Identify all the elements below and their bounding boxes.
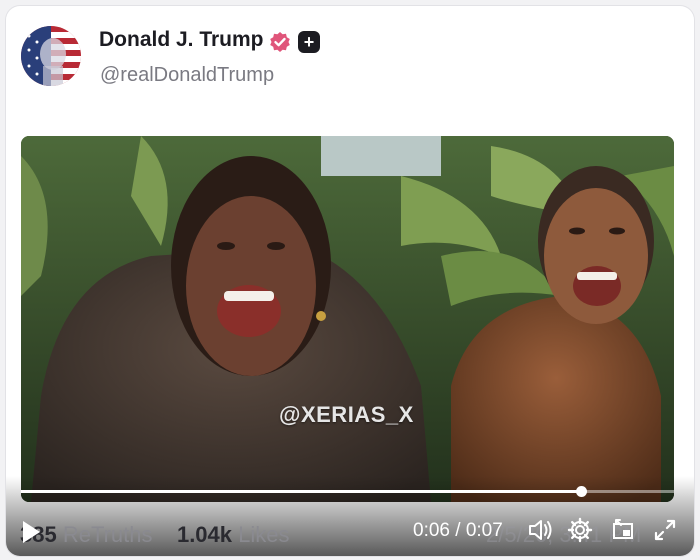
plus-badge: +: [298, 31, 320, 53]
avatar[interactable]: [21, 26, 81, 86]
retruths-label[interactable]: ReTruths: [63, 522, 153, 547]
author-name[interactable]: Donald J. Trump: [99, 28, 264, 52]
settings-icon[interactable]: [566, 516, 594, 544]
video-frame: [21, 136, 674, 502]
video-player[interactable]: @XERIAS_X: [21, 136, 674, 502]
picture-in-picture-icon[interactable]: [610, 516, 638, 544]
video-progress-handle[interactable]: [575, 486, 587, 497]
likes-count[interactable]: 1.04k: [177, 522, 232, 547]
video-progress-fill: [21, 490, 581, 493]
video-time-display: 0:06 / 0:07: [413, 520, 503, 541]
likes-label[interactable]: Likes: [238, 522, 289, 547]
post-stats: 385 ReTruths 1.04k Likes: [20, 522, 290, 548]
volume-icon[interactable]: [526, 516, 554, 544]
author-handle[interactable]: @realDonaldTrump: [100, 64, 274, 87]
american-flag-portrait-avatar: [21, 26, 81, 86]
video-progress-bar[interactable]: [21, 486, 674, 497]
verified-badge-icon: [270, 32, 290, 52]
fullscreen-icon[interactable]: [651, 516, 679, 544]
video-watermark: @XERIAS_X: [279, 402, 414, 427]
play-icon[interactable]: [20, 519, 42, 545]
post-card: Donald J. Trump + @realDonaldTrump @XERI…: [6, 6, 694, 556]
